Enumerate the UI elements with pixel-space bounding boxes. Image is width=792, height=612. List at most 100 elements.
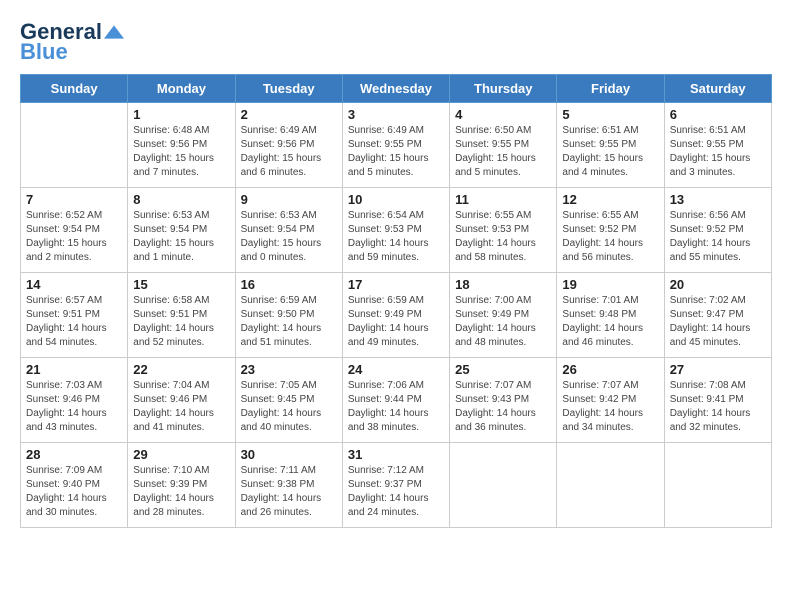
sunset-text: Sunset: 9:48 PM — [562, 308, 658, 322]
calendar-cell: 11 Sunrise: 6:55 AM Sunset: 9:53 PM Dayl… — [450, 188, 557, 273]
daylight-text: Daylight: 14 hours and 32 minutes. — [670, 407, 766, 435]
day-number: 7 — [26, 192, 122, 207]
daylight-text: Daylight: 14 hours and 48 minutes. — [455, 322, 551, 350]
day-info: Sunrise: 6:56 AM Sunset: 9:52 PM Dayligh… — [670, 209, 766, 265]
calendar-cell: 28 Sunrise: 7:09 AM Sunset: 9:40 PM Dayl… — [21, 443, 128, 528]
day-number: 22 — [133, 362, 229, 377]
calendar-cell: 5 Sunrise: 6:51 AM Sunset: 9:55 PM Dayli… — [557, 103, 664, 188]
daylight-text: Daylight: 14 hours and 59 minutes. — [348, 237, 444, 265]
day-number: 8 — [133, 192, 229, 207]
calendar-cell: 12 Sunrise: 6:55 AM Sunset: 9:52 PM Dayl… — [557, 188, 664, 273]
daylight-text: Daylight: 14 hours and 24 minutes. — [348, 492, 444, 520]
sunrise-text: Sunrise: 6:51 AM — [670, 124, 766, 138]
weekday-header: Friday — [557, 75, 664, 103]
day-number: 19 — [562, 277, 658, 292]
day-info: Sunrise: 7:11 AM Sunset: 9:38 PM Dayligh… — [241, 464, 337, 520]
daylight-text: Daylight: 14 hours and 28 minutes. — [133, 492, 229, 520]
daylight-text: Daylight: 15 hours and 7 minutes. — [133, 152, 229, 180]
calendar-cell: 6 Sunrise: 6:51 AM Sunset: 9:55 PM Dayli… — [664, 103, 771, 188]
day-info: Sunrise: 6:59 AM Sunset: 9:49 PM Dayligh… — [348, 294, 444, 350]
calendar-cell — [557, 443, 664, 528]
calendar-cell: 26 Sunrise: 7:07 AM Sunset: 9:42 PM Dayl… — [557, 358, 664, 443]
day-info: Sunrise: 6:55 AM Sunset: 9:53 PM Dayligh… — [455, 209, 551, 265]
sunrise-text: Sunrise: 7:04 AM — [133, 379, 229, 393]
calendar-week-row: 1 Sunrise: 6:48 AM Sunset: 9:56 PM Dayli… — [21, 103, 772, 188]
sunset-text: Sunset: 9:49 PM — [455, 308, 551, 322]
sunrise-text: Sunrise: 6:57 AM — [26, 294, 122, 308]
sunset-text: Sunset: 9:52 PM — [670, 223, 766, 237]
day-number: 17 — [348, 277, 444, 292]
sunrise-text: Sunrise: 6:56 AM — [670, 209, 766, 223]
daylight-text: Daylight: 15 hours and 3 minutes. — [670, 152, 766, 180]
day-info: Sunrise: 6:53 AM Sunset: 9:54 PM Dayligh… — [133, 209, 229, 265]
sunrise-text: Sunrise: 6:48 AM — [133, 124, 229, 138]
daylight-text: Daylight: 14 hours and 38 minutes. — [348, 407, 444, 435]
logo-icon — [104, 22, 124, 42]
day-number: 28 — [26, 447, 122, 462]
day-number: 2 — [241, 107, 337, 122]
calendar-header-row: SundayMondayTuesdayWednesdayThursdayFrid… — [21, 75, 772, 103]
calendar-table: SundayMondayTuesdayWednesdayThursdayFrid… — [20, 74, 772, 528]
sunset-text: Sunset: 9:55 PM — [348, 138, 444, 152]
day-info: Sunrise: 6:50 AM Sunset: 9:55 PM Dayligh… — [455, 124, 551, 180]
calendar-cell: 29 Sunrise: 7:10 AM Sunset: 9:39 PM Dayl… — [128, 443, 235, 528]
weekday-header: Tuesday — [235, 75, 342, 103]
daylight-text: Daylight: 15 hours and 4 minutes. — [562, 152, 658, 180]
calendar-cell — [450, 443, 557, 528]
calendar-week-row: 7 Sunrise: 6:52 AM Sunset: 9:54 PM Dayli… — [21, 188, 772, 273]
day-info: Sunrise: 6:55 AM Sunset: 9:52 PM Dayligh… — [562, 209, 658, 265]
day-info: Sunrise: 7:07 AM Sunset: 9:43 PM Dayligh… — [455, 379, 551, 435]
logo: General Blue — [20, 20, 124, 64]
sunrise-text: Sunrise: 6:59 AM — [241, 294, 337, 308]
sunrise-text: Sunrise: 7:01 AM — [562, 294, 658, 308]
day-info: Sunrise: 7:12 AM Sunset: 9:37 PM Dayligh… — [348, 464, 444, 520]
day-number: 31 — [348, 447, 444, 462]
calendar-cell: 31 Sunrise: 7:12 AM Sunset: 9:37 PM Dayl… — [342, 443, 449, 528]
calendar-cell: 9 Sunrise: 6:53 AM Sunset: 9:54 PM Dayli… — [235, 188, 342, 273]
day-info: Sunrise: 7:02 AM Sunset: 9:47 PM Dayligh… — [670, 294, 766, 350]
calendar-cell — [21, 103, 128, 188]
day-number: 4 — [455, 107, 551, 122]
day-number: 30 — [241, 447, 337, 462]
weekday-header: Saturday — [664, 75, 771, 103]
day-number: 25 — [455, 362, 551, 377]
weekday-header: Monday — [128, 75, 235, 103]
day-number: 5 — [562, 107, 658, 122]
calendar-cell: 8 Sunrise: 6:53 AM Sunset: 9:54 PM Dayli… — [128, 188, 235, 273]
calendar-cell: 1 Sunrise: 6:48 AM Sunset: 9:56 PM Dayli… — [128, 103, 235, 188]
daylight-text: Daylight: 14 hours and 54 minutes. — [26, 322, 122, 350]
calendar-cell: 21 Sunrise: 7:03 AM Sunset: 9:46 PM Dayl… — [21, 358, 128, 443]
sunset-text: Sunset: 9:53 PM — [348, 223, 444, 237]
day-info: Sunrise: 6:51 AM Sunset: 9:55 PM Dayligh… — [562, 124, 658, 180]
sunrise-text: Sunrise: 6:53 AM — [241, 209, 337, 223]
daylight-text: Daylight: 15 hours and 5 minutes. — [455, 152, 551, 180]
calendar-cell: 30 Sunrise: 7:11 AM Sunset: 9:38 PM Dayl… — [235, 443, 342, 528]
day-info: Sunrise: 6:48 AM Sunset: 9:56 PM Dayligh… — [133, 124, 229, 180]
day-info: Sunrise: 6:59 AM Sunset: 9:50 PM Dayligh… — [241, 294, 337, 350]
sunrise-text: Sunrise: 6:51 AM — [562, 124, 658, 138]
day-number: 24 — [348, 362, 444, 377]
daylight-text: Daylight: 14 hours and 45 minutes. — [670, 322, 766, 350]
sunrise-text: Sunrise: 7:00 AM — [455, 294, 551, 308]
day-info: Sunrise: 6:53 AM Sunset: 9:54 PM Dayligh… — [241, 209, 337, 265]
weekday-header: Wednesday — [342, 75, 449, 103]
calendar-cell: 25 Sunrise: 7:07 AM Sunset: 9:43 PM Dayl… — [450, 358, 557, 443]
day-info: Sunrise: 7:00 AM Sunset: 9:49 PM Dayligh… — [455, 294, 551, 350]
calendar-week-row: 14 Sunrise: 6:57 AM Sunset: 9:51 PM Dayl… — [21, 273, 772, 358]
day-number: 20 — [670, 277, 766, 292]
daylight-text: Daylight: 14 hours and 36 minutes. — [455, 407, 551, 435]
sunrise-text: Sunrise: 6:55 AM — [562, 209, 658, 223]
sunrise-text: Sunrise: 6:55 AM — [455, 209, 551, 223]
sunset-text: Sunset: 9:50 PM — [241, 308, 337, 322]
daylight-text: Daylight: 15 hours and 2 minutes. — [26, 237, 122, 265]
daylight-text: Daylight: 14 hours and 55 minutes. — [670, 237, 766, 265]
day-number: 26 — [562, 362, 658, 377]
daylight-text: Daylight: 15 hours and 5 minutes. — [348, 152, 444, 180]
calendar-cell: 22 Sunrise: 7:04 AM Sunset: 9:46 PM Dayl… — [128, 358, 235, 443]
day-info: Sunrise: 6:49 AM Sunset: 9:55 PM Dayligh… — [348, 124, 444, 180]
day-number: 1 — [133, 107, 229, 122]
sunset-text: Sunset: 9:37 PM — [348, 478, 444, 492]
sunset-text: Sunset: 9:53 PM — [455, 223, 551, 237]
day-number: 13 — [670, 192, 766, 207]
calendar-week-row: 21 Sunrise: 7:03 AM Sunset: 9:46 PM Dayl… — [21, 358, 772, 443]
